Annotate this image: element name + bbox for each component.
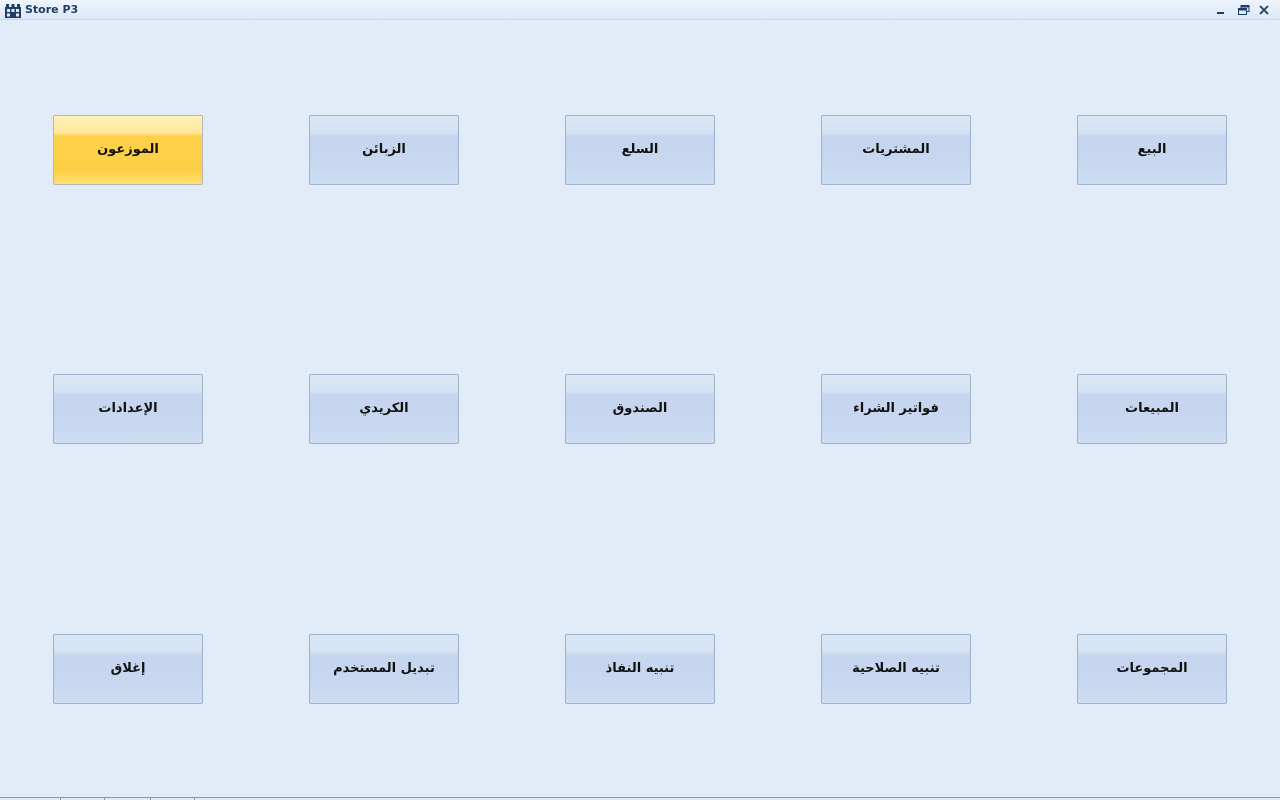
credit-button[interactable]: الكريدي bbox=[309, 374, 459, 444]
purchase-invoices-button[interactable]: فواتير الشراء bbox=[821, 374, 971, 444]
products-button-label: السلع bbox=[621, 141, 659, 157]
main-window: Store P3 البيع المشتريات السلع الزبائن ا… bbox=[0, 0, 1280, 800]
stock-alert-button-label: تنبيه النفاذ bbox=[605, 660, 675, 676]
sales-records-button-label: المبيعات bbox=[1125, 400, 1179, 416]
settings-button[interactable]: الإعدادات bbox=[53, 374, 203, 444]
expiry-alert-button-label: تنبيه الصلاحية bbox=[852, 660, 940, 676]
purchases-button[interactable]: المشتريات bbox=[821, 115, 971, 185]
customers-button[interactable]: الزبائن bbox=[309, 115, 459, 185]
minimize-button[interactable] bbox=[1212, 2, 1230, 17]
maximize-button[interactable] bbox=[1235, 2, 1253, 17]
suppliers-button-label: الموزعون bbox=[97, 141, 159, 157]
maximize-icon bbox=[1238, 4, 1250, 15]
app-icon[interactable] bbox=[5, 3, 21, 18]
groups-button-label: المجموعات bbox=[1116, 660, 1188, 676]
stock-alert-button[interactable]: تنبيه النفاذ bbox=[565, 634, 715, 704]
switch-user-button[interactable]: تبديل المستخدم bbox=[309, 634, 459, 704]
sales-records-button[interactable]: المبيعات bbox=[1077, 374, 1227, 444]
switch-user-button-label: تبديل المستخدم bbox=[333, 660, 435, 676]
sales-button[interactable]: البيع bbox=[1077, 115, 1227, 185]
close-icon bbox=[1259, 4, 1269, 15]
close-button[interactable] bbox=[1255, 2, 1273, 17]
exit-button[interactable]: إغلاق bbox=[53, 634, 203, 704]
cash-box-button[interactable]: الصندوق bbox=[565, 374, 715, 444]
title-bar[interactable]: Store P3 bbox=[0, 0, 1280, 20]
purchase-invoices-button-label: فواتير الشراء bbox=[853, 400, 939, 416]
products-button[interactable]: السلع bbox=[565, 115, 715, 185]
groups-button[interactable]: المجموعات bbox=[1077, 634, 1227, 704]
customers-button-label: الزبائن bbox=[362, 141, 406, 157]
sales-button-label: البيع bbox=[1137, 141, 1167, 157]
expiry-alert-button[interactable]: تنبيه الصلاحية bbox=[821, 634, 971, 704]
purchases-button-label: المشتريات bbox=[862, 141, 930, 157]
credit-button-label: الكريدي bbox=[359, 400, 409, 416]
cash-box-button-label: الصندوق bbox=[612, 400, 668, 416]
settings-button-label: الإعدادات bbox=[98, 400, 158, 416]
minimize-icon bbox=[1217, 11, 1224, 14]
window-title: Store P3 bbox=[25, 3, 79, 16]
exit-button-label: إغلاق bbox=[110, 660, 146, 676]
suppliers-button[interactable]: الموزعون bbox=[53, 115, 203, 185]
